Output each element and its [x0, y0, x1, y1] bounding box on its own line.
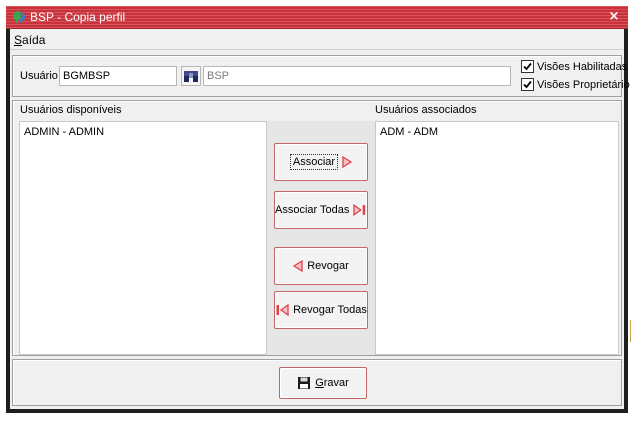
associated-users-label: Usuários associados: [375, 104, 477, 116]
button-label: Revogar Todas: [293, 304, 367, 316]
app-icon: [13, 11, 25, 23]
checkbox-label: Visões Proprietário: [537, 78, 630, 91]
button-accelerator: G: [315, 377, 324, 389]
client-area: Saída Usuário BGMBSP BSP Visões Habilita…: [10, 29, 630, 409]
footer-panel: Gravar: [12, 359, 622, 406]
button-label-rest: ravar: [323, 377, 349, 389]
user-panel: Usuário BGMBSP BSP Visões Habilitadas Vi…: [12, 55, 630, 97]
user-label: Usuário: [20, 70, 58, 82]
revogar-button[interactable]: Revogar: [274, 247, 368, 285]
association-panel: Usuários disponíveis ADMIN - ADMIN Assoc…: [12, 100, 622, 356]
binoculars-icon: [184, 71, 198, 82]
arrow-left-icon: [293, 260, 303, 272]
close-button[interactable]: ×: [606, 10, 622, 24]
arrow-right-all-icon: [353, 204, 366, 216]
checkmark-icon: [523, 62, 532, 71]
visoes-habilitadas-checkbox[interactable]: Visões Habilitadas: [521, 60, 627, 73]
list-item[interactable]: ADM - ADM: [380, 126, 438, 138]
checkmark-icon: [523, 80, 532, 89]
available-users-list[interactable]: ADMIN - ADMIN: [19, 121, 267, 355]
menu-item-label: aída: [22, 33, 46, 47]
arrow-right-icon: [342, 156, 353, 168]
list-item[interactable]: ADMIN - ADMIN: [24, 126, 104, 138]
menu-bar: Saída: [10, 29, 624, 50]
save-icon: [298, 377, 311, 389]
checkbox-label: Visões Habilitadas: [537, 60, 628, 73]
visoes-proprietario-checkbox[interactable]: Visões Proprietário: [521, 78, 630, 91]
user-lookup-button[interactable]: [181, 66, 201, 86]
associated-users-list[interactable]: ADM - ADM: [375, 121, 619, 355]
button-label: Gravar: [315, 377, 349, 389]
button-label: Associar: [289, 154, 339, 170]
window-title: BSP - Copia perfil: [30, 10, 126, 24]
title-bar[interactable]: BSP - Copia perfil ×: [6, 6, 628, 29]
user-description-field: BSP: [203, 66, 511, 86]
button-label: Revogar: [307, 260, 349, 272]
available-users-label: Usuários disponíveis: [20, 104, 122, 116]
gravar-button[interactable]: Gravar: [279, 367, 367, 399]
checkbox-box[interactable]: [521, 78, 534, 91]
button-label: Associar Todas: [275, 204, 350, 216]
associar-todas-button[interactable]: Associar Todas: [274, 191, 368, 229]
background-edge-mark: [630, 320, 631, 342]
dialog-window: BSP - Copia perfil × Saída Usuário BGMBS…: [6, 6, 630, 413]
menu-item-saida[interactable]: Saída: [14, 33, 45, 47]
arrow-left-all-icon: [276, 304, 289, 316]
checkbox-box[interactable]: [521, 60, 534, 73]
associar-button[interactable]: Associar: [274, 143, 368, 181]
menu-accelerator: S: [14, 33, 23, 47]
user-code-input[interactable]: BGMBSP: [59, 66, 177, 86]
revogar-todas-button[interactable]: Revogar Todas: [274, 291, 368, 329]
